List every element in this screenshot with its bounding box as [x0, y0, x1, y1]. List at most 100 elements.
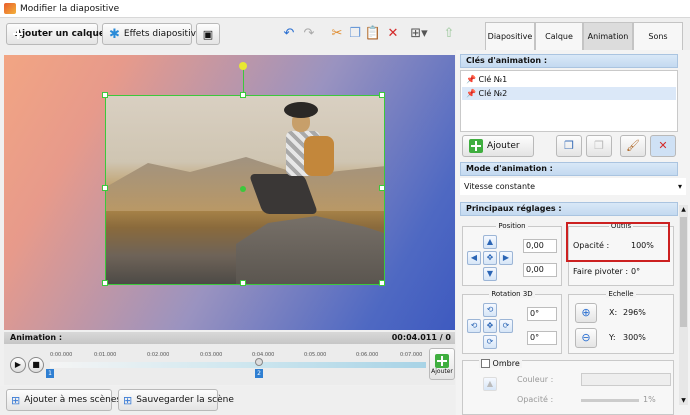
zoom-out-icon: ⊖: [581, 331, 591, 344]
shadow-toggle[interactable]: Ombre: [479, 359, 522, 368]
timeline: Animation : 00:04.011 / 0 ▶ ■ 0:00.000 0…: [4, 332, 455, 385]
shadow-group: Ombre Couleur : ▲ Opacité : 1%: [462, 359, 674, 415]
rotation-handle[interactable]: [239, 62, 247, 70]
shadow-opacity-value[interactable]: 1%: [643, 395, 656, 404]
scale-x-label: X:: [609, 308, 618, 317]
rotate-down-icon[interactable]: ⟳: [483, 335, 497, 349]
shadow-up-icon[interactable]: ▲: [483, 377, 497, 391]
scroll-down-icon[interactable]: ▼: [679, 396, 688, 405]
tab-diapositive[interactable]: Diapositive: [485, 22, 535, 50]
delete-icon[interactable]: ✕: [384, 26, 402, 42]
resize-handle-tr[interactable]: [379, 92, 385, 98]
rotate-up-icon[interactable]: ⟲: [483, 303, 497, 317]
resize-handle-r[interactable]: [379, 185, 385, 191]
arrow-right-icon[interactable]: ▶: [499, 251, 513, 265]
tick-label: 0:06.000: [356, 352, 379, 358]
undo-icon[interactable]: ↶: [280, 26, 298, 42]
tools-group: Outils Opacité : 100% Faire pivoter : 0°: [566, 222, 674, 286]
scroll-thumb[interactable]: [680, 217, 687, 327]
position-y-input[interactable]: 0,00: [523, 263, 557, 277]
slide-effects-button[interactable]: ✱ Effets diapositive: [102, 23, 201, 45]
rotation3d-a-input[interactable]: 0°: [527, 307, 557, 321]
position-title-wrap: Position: [463, 222, 561, 230]
title-bar: Modifier la diapositive: [0, 0, 690, 18]
shadow-opacity-label: Opacité :: [517, 395, 554, 404]
tab-sons[interactable]: Sons: [633, 22, 683, 50]
add-key-button[interactable]: Ajouter: [462, 135, 534, 157]
tab-calque[interactable]: Calque: [535, 22, 583, 50]
keys-list: 📌 Clé №1 📌 Clé №2: [460, 70, 678, 132]
scroll-up-icon[interactable]: ▲: [679, 205, 688, 214]
duplicate-key-button[interactable]: ❐: [556, 135, 582, 157]
rotation3d-group: Rotation 3D ⟲ ⟲ ✥ ⟳ ⟳ 0° 0°: [462, 290, 562, 354]
rotate-right-icon[interactable]: ⟳: [499, 319, 513, 333]
shadow-color-label: Couleur :: [517, 375, 554, 384]
key-item-2[interactable]: 📌 Clé №2: [462, 87, 676, 100]
position-x-input[interactable]: 0,00: [523, 239, 557, 253]
rotation3d-title-wrap: Rotation 3D: [463, 290, 561, 298]
panel-scrollbar[interactable]: ▲ ▼: [679, 205, 688, 405]
shadow-color-picker[interactable]: [581, 373, 671, 386]
scale-x-value[interactable]: 296%: [623, 308, 646, 317]
scale-group: Echelle ⊕ ⊖ X: 296% Y: 300%: [568, 290, 674, 354]
projector-button[interactable]: ▣: [196, 23, 220, 45]
scale-y-value[interactable]: 300%: [623, 333, 646, 342]
cut-icon[interactable]: ✂: [328, 26, 346, 42]
add-to-scenes-button[interactable]: ⊞ Ajouter à mes scènes: [6, 389, 121, 411]
arrow-left-icon[interactable]: ◀: [467, 251, 481, 265]
stop-button[interactable]: ■: [28, 357, 44, 373]
rotation3d-b-input[interactable]: 0°: [527, 331, 557, 345]
resize-handle-b[interactable]: [240, 280, 246, 286]
paste-icon[interactable]: 📋: [364, 26, 382, 42]
zoom-in-button[interactable]: ⊕: [575, 303, 597, 323]
play-button[interactable]: ▶: [10, 357, 26, 373]
resize-handle-br[interactable]: [379, 280, 385, 286]
duplicate-icon: ❐: [564, 139, 574, 152]
rotate-left-icon[interactable]: ⟲: [467, 319, 481, 333]
opacity-value[interactable]: 100%: [631, 241, 654, 250]
zoom-out-button[interactable]: ⊖: [575, 328, 597, 348]
photo-backpack: [304, 136, 334, 176]
tick-label: 0:07.000: [400, 352, 423, 358]
rotate-value[interactable]: 0°: [631, 267, 640, 276]
timeline-header: Animation : 00:04.011 / 0: [4, 332, 455, 344]
keyframe-marker[interactable]: 1: [46, 369, 54, 378]
add-layer-button[interactable]: Ajouter un calque: [6, 23, 105, 45]
resize-handle-l[interactable]: [102, 185, 108, 191]
save-scene-button[interactable]: ⊞ Sauvegarder la scène: [118, 389, 234, 411]
resize-handle-t[interactable]: [240, 92, 246, 98]
position-title: Position: [496, 222, 528, 230]
brush-button[interactable]: 🖌: [620, 135, 646, 157]
key-item-label: Clé №2: [478, 89, 508, 98]
add-key-label: Ajouter: [487, 141, 520, 151]
shadow-opacity-slider[interactable]: [581, 399, 639, 402]
timeline-track[interactable]: [50, 362, 426, 368]
keyframe-marker[interactable]: 2: [255, 369, 263, 378]
delete-key-button[interactable]: ✕: [650, 135, 676, 157]
center-arrows-icon[interactable]: ✥: [483, 251, 497, 265]
tick-label: 0:05.000: [304, 352, 327, 358]
shadow-checkbox[interactable]: [481, 359, 490, 368]
playhead[interactable]: [255, 358, 263, 366]
mode-select[interactable]: Vitesse constante ▾: [460, 178, 686, 195]
rotate-reset-icon[interactable]: ✥: [483, 319, 497, 333]
anchor-point[interactable]: [240, 186, 246, 192]
redo-icon[interactable]: ↷: [300, 26, 318, 42]
brush-icon: 🖌: [626, 139, 640, 152]
tab-animation[interactable]: Animation: [583, 22, 633, 50]
tick-label: 0:03.000: [200, 352, 223, 358]
key-item-1[interactable]: 📌 Clé №1: [462, 73, 676, 86]
slide-canvas[interactable]: [4, 55, 455, 330]
arrow-down-icon[interactable]: ▼: [483, 267, 497, 281]
arrow-up-icon[interactable]: ▲: [483, 235, 497, 249]
copy-icon[interactable]: ❐: [346, 26, 364, 42]
align-menu-icon[interactable]: ⊞▾: [410, 26, 428, 42]
plus-icon: [469, 139, 483, 153]
zoom-in-icon: ⊕: [581, 306, 591, 319]
photo-mountains: [106, 157, 384, 211]
timeline-add-button[interactable]: Ajouter: [429, 348, 455, 380]
resize-handle-bl[interactable]: [102, 280, 108, 286]
resize-handle-tl[interactable]: [102, 92, 108, 98]
pin-icon: 📌: [466, 75, 476, 84]
paste-key-button[interactable]: ❐: [586, 135, 612, 157]
